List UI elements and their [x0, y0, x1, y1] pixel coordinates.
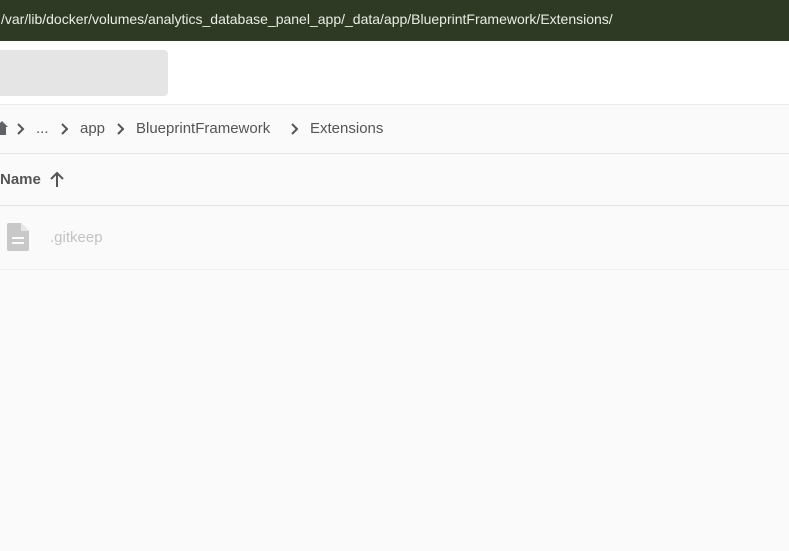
window-title-bar: /var/lib/docker/volumes/analytics_databa… — [0, 0, 789, 41]
chevron-right-icon — [61, 123, 69, 135]
breadcrumb-item-extensions[interactable]: Extensions — [310, 120, 383, 137]
table-row[interactable]: .gitkeep — [0, 206, 789, 270]
column-header-name[interactable]: Name — [0, 171, 41, 188]
table-header: Name — [0, 154, 789, 206]
search-input[interactable] — [0, 50, 168, 96]
chevron-right-icon — [291, 123, 299, 135]
window-title-path: /var/lib/docker/volumes/analytics_databa… — [1, 11, 613, 27]
chevron-right-icon — [117, 123, 125, 135]
chevron-right-icon — [17, 123, 25, 135]
file-name: .gitkeep — [50, 229, 103, 246]
breadcrumb: ... app BlueprintFramework Extensions — [0, 105, 789, 154]
arrow-up-icon[interactable] — [48, 171, 66, 189]
breadcrumb-item-ellipsis[interactable]: ... — [36, 120, 49, 137]
breadcrumb-item-blueprintframework[interactable]: BlueprintFramework — [136, 120, 270, 137]
home-icon[interactable] — [0, 121, 8, 135]
breadcrumb-item-app[interactable]: app — [80, 120, 105, 137]
toolbar — [0, 41, 789, 105]
file-document-icon — [7, 223, 29, 251]
